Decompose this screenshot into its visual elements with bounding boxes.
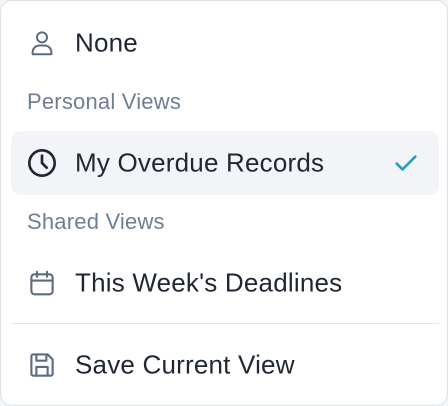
view-option-label: My Overdue Records — [75, 147, 325, 178]
user-icon — [26, 27, 58, 59]
view-option-my-overdue-records[interactable]: My Overdue Records — [11, 131, 439, 195]
save-current-view-button[interactable]: Save Current View — [11, 333, 439, 397]
view-option-this-weeks-deadlines[interactable]: This Week's Deadlines — [11, 251, 439, 315]
view-option-label: This Week's Deadlines — [75, 267, 343, 298]
checkmark-icon — [391, 148, 421, 178]
section-header-shared-views: Shared Views — [27, 209, 165, 234]
save-icon — [26, 349, 58, 381]
view-option-none[interactable]: None — [11, 11, 439, 75]
saved-views-menu: None Personal Views My Overdue Records S… — [0, 0, 448, 406]
calendar-icon — [26, 267, 58, 299]
section-header-personal-views: Personal Views — [27, 89, 182, 114]
save-current-view-label: Save Current View — [75, 349, 295, 380]
clock-icon — [26, 147, 58, 179]
menu-divider — [11, 323, 439, 324]
view-option-label: None — [75, 27, 138, 58]
